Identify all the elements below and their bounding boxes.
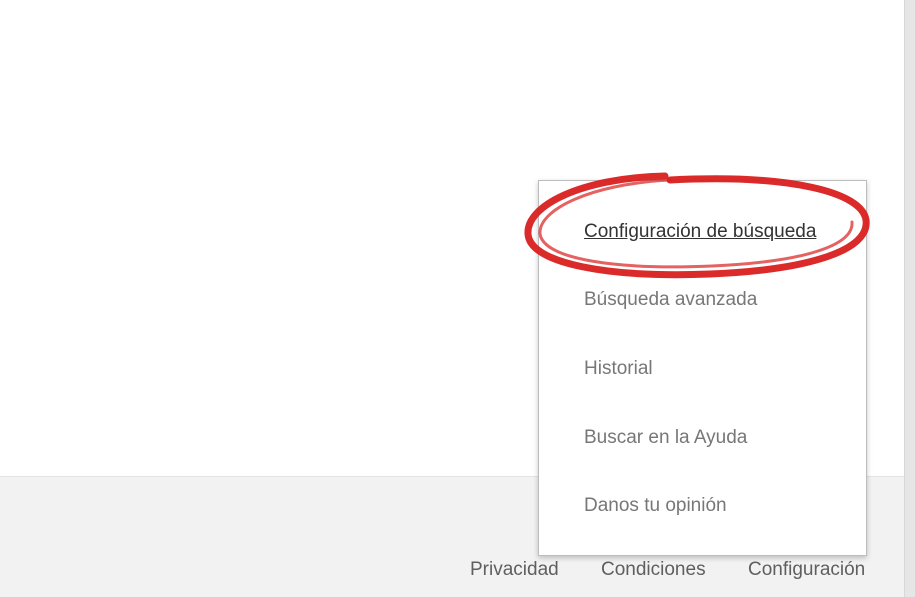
footer-link-settings[interactable]: Configuración — [748, 559, 865, 581]
menu-item-search-help[interactable]: Buscar en la Ayuda — [584, 427, 747, 449]
menu-item-history[interactable]: Historial — [584, 358, 653, 380]
page-scrollbar-edge — [904, 0, 915, 597]
settings-dropdown-menu: Configuración de búsqueda Búsqueda avanz… — [538, 180, 867, 556]
menu-item-advanced-search[interactable]: Búsqueda avanzada — [584, 289, 757, 311]
menu-item-search-settings[interactable]: Configuración de búsqueda — [584, 221, 816, 243]
footer-link-privacy[interactable]: Privacidad — [470, 559, 559, 581]
footer-link-terms[interactable]: Condiciones — [601, 559, 706, 581]
menu-item-feedback[interactable]: Danos tu opinión — [584, 495, 727, 517]
